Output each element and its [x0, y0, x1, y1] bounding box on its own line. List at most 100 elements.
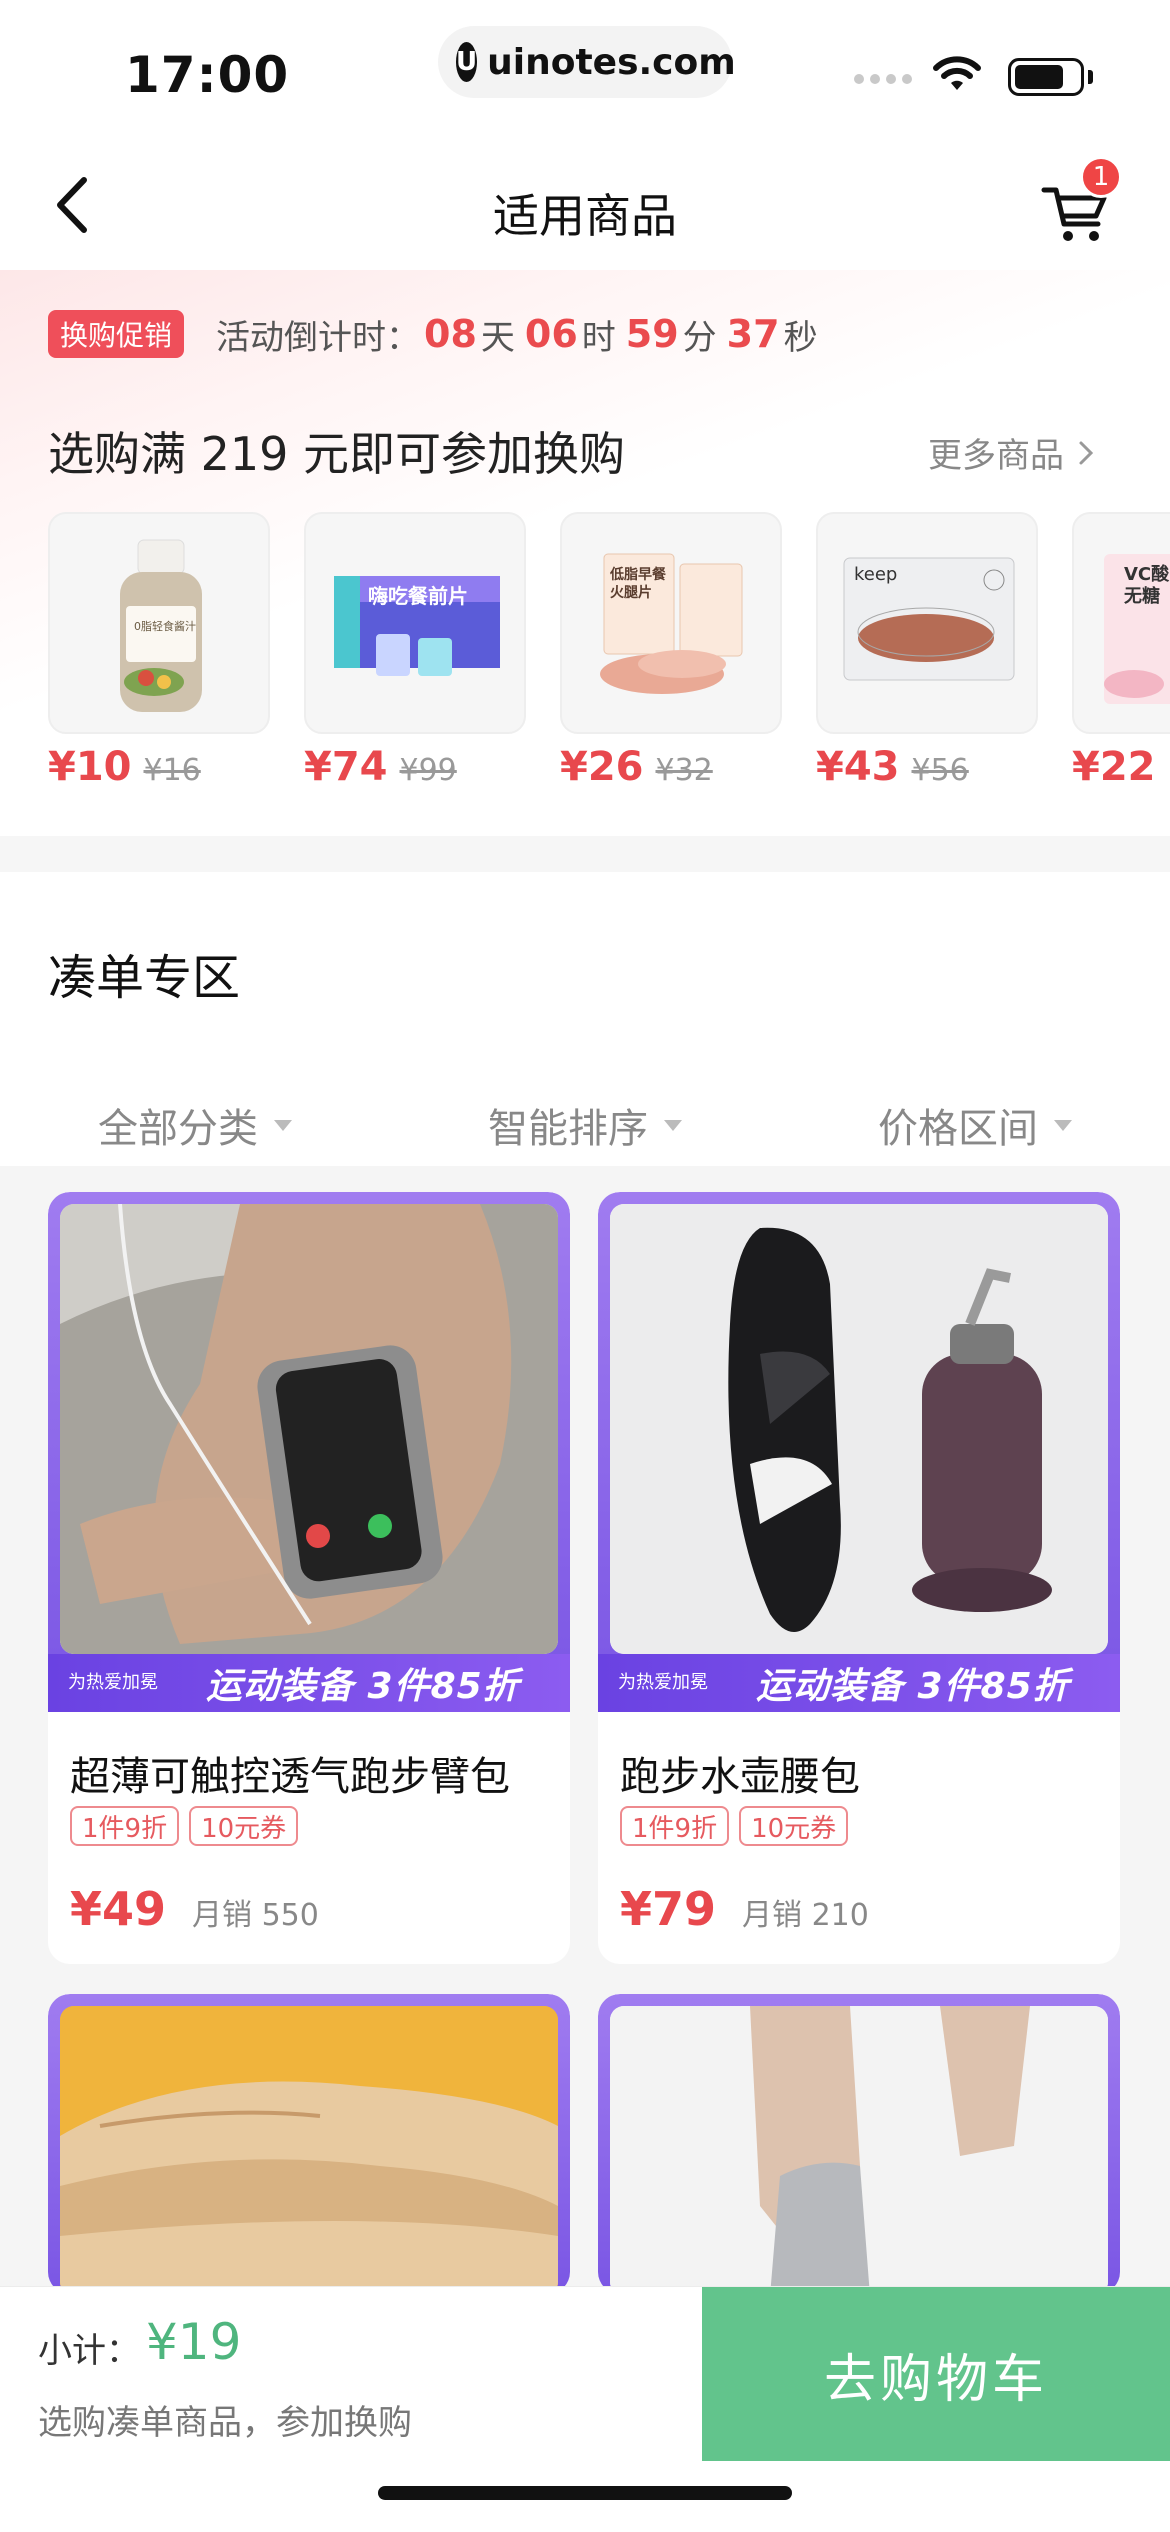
home-indicator[interactable] — [378, 2486, 792, 2500]
promo-tag: 换购促销 — [48, 310, 185, 358]
countdown-hours-unit: 时 — [581, 317, 616, 358]
filter-category-label: 全部分类 — [98, 1106, 258, 1152]
swap-promo-section: 换购促销 活动倒计时： 08 天 06 时 59 分 37 秒 选购满 219 … — [0, 270, 1170, 836]
countdown-minutes-unit: 分 — [682, 317, 717, 358]
filter-category[interactable]: 全部分类 — [0, 1080, 390, 1170]
chicken-breast-image — [60, 2006, 558, 2294]
product-image — [60, 1204, 558, 1654]
swap-original-price: ¥16 — [143, 753, 201, 788]
battery-icon — [1008, 58, 1084, 96]
product-thumbnail: 0脂轻食酱汁 — [48, 512, 270, 734]
coupon-tag: 10元券 — [189, 1806, 299, 1846]
swap-product-card[interactable]: keep ¥43 ¥56 — [816, 512, 1038, 790]
product-card[interactable] — [48, 1994, 570, 2294]
countdown-seconds-unit: 秒 — [783, 317, 818, 358]
battery-cap — [1088, 70, 1093, 84]
filter-bar: 全部分类 智能排序 价格区间 — [0, 1080, 1170, 1170]
cellular-signal-icon — [854, 74, 912, 84]
product-thumbnail: 低脂早餐火腿片 — [560, 512, 782, 734]
thumbnail-text: 嗨吃餐前片 — [368, 584, 468, 608]
product-image — [610, 1204, 1108, 1654]
ankle-brace-image — [610, 2006, 1108, 2294]
status-time: 17:00 — [125, 46, 290, 104]
filter-price-range[interactable]: 价格区间 — [780, 1080, 1170, 1170]
url-text: uinotes.com — [487, 41, 736, 83]
site-logo-icon: U — [456, 42, 478, 82]
product-thumbnail: keep — [816, 512, 1038, 734]
monthly-sales: 月销 210 — [742, 1898, 869, 1933]
dropdown-triangle-icon — [664, 1119, 682, 1131]
promo-banner: 为热爱加冕 运动装备 3件85折 — [598, 1654, 1120, 1712]
product-card[interactable] — [598, 1994, 1120, 2294]
coupon-tag: 10元券 — [739, 1806, 849, 1846]
product-tags: 1件9折 10元券 — [620, 1806, 849, 1846]
more-products-label: 更多商品 — [928, 436, 1064, 476]
thumbnail-text: 0脂轻食酱汁 — [134, 620, 196, 633]
url-pill[interactable]: U uinotes.com — [438, 26, 736, 98]
product-card[interactable]: 为热爱加冕 运动装备 3件85折 跑步水壶腰包 1件9折 10元券 ¥79 月销… — [598, 1192, 1120, 1964]
swap-price: ¥74 — [304, 744, 388, 790]
product-image-frame: 为热爱加冕 运动装备 3件85折 — [48, 1192, 570, 1712]
countdown-days: 08 — [424, 312, 477, 356]
snack-box-image — [334, 576, 500, 676]
swap-price: ¥10 — [48, 744, 132, 790]
thumbnail-text: keep — [854, 564, 898, 585]
product-image — [610, 2006, 1108, 2294]
filter-sort-label: 智能排序 — [488, 1106, 648, 1152]
navigation-bar: 适用商品 — [0, 140, 1170, 270]
swap-products-row[interactable]: 0脂轻食酱汁 ¥10 ¥16 嗨吃餐前片 ¥74 ¥99 低脂早餐火腿片 ¥26… — [48, 512, 1170, 812]
monthly-sales: 月销 550 — [192, 1898, 319, 1933]
checkout-bar: 小计： ¥19 选购凑单商品，参加换购 去购物车 — [0, 2286, 1170, 2461]
product-thumbnail: VC酸 无糖 — [1072, 512, 1170, 734]
product-grid: 为热爱加冕 运动装备 3件85折 超薄可触控透气跑步臂包 1件9折 10元券 ¥… — [0, 1166, 1170, 2294]
dropdown-triangle-icon — [274, 1119, 292, 1131]
swap-product-card[interactable]: 低脂早餐火腿片 ¥26 ¥32 — [560, 512, 782, 790]
bundle-section-title: 凑单专区 — [48, 950, 241, 1006]
product-price-row: ¥79 月销 210 — [620, 1882, 869, 1936]
countdown-timer: 活动倒计时： 08 天 06 时 59 分 37 秒 — [216, 310, 824, 358]
promo-banner: 为热爱加冕 运动装备 3件85折 — [48, 1654, 570, 1712]
countdown-minutes: 59 — [625, 312, 679, 356]
keep-jelly-box-image — [843, 557, 1015, 681]
product-card[interactable]: 为热爱加冕 运动装备 3件85折 超薄可触控透气跑步臂包 1件9折 10元券 ¥… — [48, 1192, 570, 1964]
swap-product-card[interactable]: VC酸 无糖 ¥22 — [1072, 512, 1170, 790]
crown-logo-icon: 为热爱加冕 — [618, 1672, 708, 1693]
countdown-seconds: 37 — [726, 312, 780, 356]
vitamin-pack-image — [1104, 554, 1170, 704]
crown-logo-icon: 为热爱加冕 — [68, 1672, 158, 1693]
ham-slices-image — [600, 553, 743, 694]
page-title: 适用商品 — [493, 189, 677, 243]
more-products-link[interactable]: 更多商品 — [928, 428, 1094, 477]
swap-price: ¥26 — [560, 744, 644, 790]
product-price: ¥79 — [620, 1882, 717, 1936]
cart-count-badge: 1 — [1080, 156, 1122, 198]
armband-phone-image — [60, 1204, 558, 1654]
go-to-cart-button[interactable]: 去购物车 — [702, 2287, 1170, 2461]
banner-text: 运动装备 3件85折 — [206, 1666, 520, 1707]
waist-bag-bottle-image — [610, 1204, 1108, 1654]
filter-price-label: 价格区间 — [878, 1106, 1038, 1152]
product-image-frame — [48, 1994, 570, 2294]
swap-original-price: ¥99 — [399, 753, 457, 788]
promo-headline: 选购满 219 元即可参加换购 — [48, 427, 626, 481]
discount-tag: 1件9折 — [620, 1806, 730, 1846]
product-thumbnail: 嗨吃餐前片 — [304, 512, 526, 734]
subtotal-note: 选购凑单商品，参加换购 — [38, 2403, 412, 2443]
swap-original-price: ¥32 — [655, 753, 713, 788]
product-name: 超薄可触控透气跑步臂包 — [70, 1754, 510, 1800]
wifi-icon — [933, 56, 981, 90]
thumbnail-text: VC酸 无糖 — [1124, 564, 1170, 607]
discount-tag: 1件9折 — [70, 1806, 180, 1846]
section-divider — [0, 836, 1170, 872]
product-image-frame — [598, 1994, 1120, 2294]
filter-sort[interactable]: 智能排序 — [390, 1080, 780, 1170]
banner-text: 运动装备 3件85折 — [756, 1666, 1070, 1707]
subtotal-value: ¥19 — [146, 2313, 242, 2371]
countdown-hours: 06 — [524, 312, 578, 356]
product-price-row: ¥49 月销 550 — [70, 1882, 319, 1936]
countdown-days-unit: 天 — [480, 317, 515, 358]
swap-product-card[interactable]: 嗨吃餐前片 ¥74 ¥99 — [304, 512, 526, 790]
chevron-right-icon — [1079, 441, 1094, 464]
swap-product-card[interactable]: 0脂轻食酱汁 ¥10 ¥16 — [48, 512, 270, 790]
swap-price: ¥43 — [816, 744, 900, 790]
